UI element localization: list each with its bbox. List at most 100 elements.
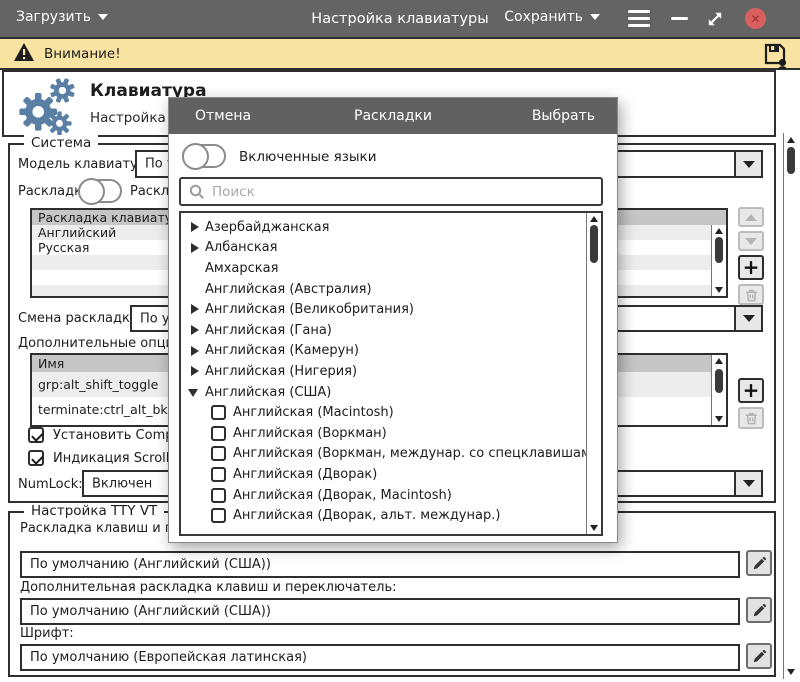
system-legend: Система	[24, 135, 98, 151]
list-item[interactable]: Амхарская	[181, 258, 585, 279]
delete-option-button[interactable]	[738, 407, 764, 429]
edit-button[interactable]	[746, 643, 772, 669]
plus-icon: +	[743, 257, 760, 277]
expand-arrow-icon[interactable]	[181, 258, 205, 279]
app-scrollbar	[783, 133, 798, 679]
scroll-down-icon[interactable]	[715, 287, 723, 293]
layout-table-scrollbar	[711, 225, 726, 296]
tty-field-label: Дополнительная раскладка клавиш и перекл…	[20, 580, 396, 595]
scroll-down-icon[interactable]	[590, 525, 598, 531]
language-label: Английская (Австралия)	[205, 282, 372, 297]
keyboard-settings-window: Загрузить Настройка клавиатуры Сохранить…	[0, 0, 800, 682]
delete-layout-button[interactable]	[738, 284, 764, 305]
search-input[interactable]	[212, 184, 601, 200]
chevron-down-icon	[743, 161, 755, 168]
move-down-button[interactable]	[738, 231, 764, 251]
language-checkbox[interactable]	[211, 426, 226, 441]
language-checkbox[interactable]	[211, 508, 226, 523]
combo-dropdown-button[interactable]	[734, 307, 761, 330]
expand-arrow-icon[interactable]	[181, 299, 205, 320]
list-item[interactable]: Английская (Воркман)	[181, 423, 585, 444]
expand-arrow-icon[interactable]	[181, 444, 211, 465]
gears-icon	[12, 76, 76, 140]
pencil-icon	[752, 603, 767, 618]
warning-icon	[13, 42, 35, 66]
expand-arrow-icon[interactable]	[181, 464, 211, 485]
add-option-button[interactable]: +	[738, 378, 764, 403]
expand-arrow-icon[interactable]	[181, 238, 205, 259]
tty-field-input[interactable]	[20, 644, 740, 671]
language-checkbox[interactable]	[211, 488, 226, 503]
save-menu-label: Сохранить	[504, 9, 583, 25]
list-item[interactable]: Английская (Дворак)	[181, 464, 585, 485]
language-label: Английская (Великобритания)	[205, 302, 414, 317]
list-item[interactable]: Английская (Нигерия)	[181, 361, 585, 382]
scroll-up-icon[interactable]	[715, 228, 723, 234]
combo-dropdown-button[interactable]	[734, 152, 761, 176]
chevron-down-icon	[743, 315, 755, 322]
language-checkbox[interactable]	[211, 446, 226, 461]
scroll-lock-checkbox[interactable]	[28, 450, 44, 466]
scrollbar-thumb[interactable]	[787, 147, 795, 174]
list-item[interactable]: Азербайджанская	[181, 217, 585, 238]
chevron-down-icon	[590, 14, 600, 20]
list-item[interactable]: Английская (Воркман, междунар. со спецкл…	[181, 444, 585, 465]
minimize-button[interactable]	[671, 17, 688, 20]
tty-field-input[interactable]	[20, 598, 740, 625]
list-item[interactable]: Английская (США)	[181, 382, 585, 403]
expand-arrow-icon[interactable]	[181, 505, 211, 526]
language-label: Английская (Macintosh)	[233, 405, 394, 420]
language-checkbox[interactable]	[211, 467, 226, 482]
expand-arrow-icon[interactable]	[181, 382, 205, 403]
list-item[interactable]: Английская (Камерун)	[181, 341, 585, 362]
list-item[interactable]: Английская (Дворак, Macintosh)	[181, 485, 585, 506]
pencil-icon	[752, 556, 767, 571]
scroll-up-icon[interactable]	[715, 358, 723, 364]
expand-arrow-icon[interactable]	[181, 402, 211, 423]
scroll-down-icon[interactable]	[787, 669, 795, 675]
list-item[interactable]: Английская (Великобритания)	[181, 299, 585, 320]
move-up-button[interactable]	[738, 207, 764, 227]
scroll-up-icon[interactable]	[590, 216, 598, 222]
layouts-dialog: Отмена Раскладки Выбрать Включенные язык…	[168, 97, 618, 543]
add-layout-button[interactable]: +	[738, 255, 764, 280]
expand-arrow-icon[interactable]	[181, 361, 205, 382]
list-item[interactable]: Английская (Гана)	[181, 320, 585, 341]
list-item[interactable]: Английская (Австралия)	[181, 279, 585, 300]
select-button[interactable]: Выбрать	[532, 108, 595, 124]
scrollbar-thumb[interactable]	[590, 225, 598, 263]
expand-arrow-icon[interactable]	[181, 320, 205, 341]
expand-arrow-icon[interactable]	[181, 217, 205, 238]
compose-checkbox[interactable]	[28, 427, 44, 443]
save-menu-button[interactable]: Сохранить	[504, 9, 600, 25]
maximize-icon[interactable]	[706, 10, 724, 28]
scrollbar-thumb[interactable]	[715, 369, 723, 393]
tty-field-label: Раскладка клавиш и пер	[20, 521, 190, 536]
search-icon	[189, 184, 205, 200]
hamburger-menu-button[interactable]	[628, 10, 650, 27]
scroll-down-icon[interactable]	[715, 416, 723, 422]
scrollbar-thumb[interactable]	[715, 237, 723, 263]
close-button[interactable]: ✕	[745, 8, 766, 29]
edit-button[interactable]	[746, 597, 772, 623]
language-checkbox[interactable]	[211, 405, 226, 420]
expand-arrow-icon[interactable]	[181, 341, 205, 362]
combo-dropdown-button[interactable]	[734, 472, 761, 495]
list-item[interactable]: Английская (Дворак, альт. междунар.)	[181, 505, 585, 526]
list-item[interactable]: Английская (Macintosh)	[181, 402, 585, 423]
edit-button[interactable]	[746, 550, 772, 576]
scroll-up-icon[interactable]	[787, 137, 795, 143]
list-item[interactable]: Албанская	[181, 238, 585, 259]
trash-icon	[745, 288, 758, 302]
warning-bar: Внимание!	[0, 37, 800, 70]
tty-field-label: Шрифт:	[20, 626, 74, 641]
tty-field-input[interactable]	[20, 551, 740, 578]
expand-arrow-icon[interactable]	[181, 423, 211, 444]
expand-arrow-icon[interactable]	[181, 485, 211, 506]
language-label: Английская (Камерун)	[205, 343, 359, 358]
expand-arrow-icon[interactable]	[181, 279, 205, 300]
save-file-icon[interactable]	[763, 42, 788, 73]
enabled-languages-toggle[interactable]	[182, 144, 226, 168]
layouts-toggle[interactable]	[78, 179, 122, 203]
arrow-down-icon	[745, 238, 757, 245]
